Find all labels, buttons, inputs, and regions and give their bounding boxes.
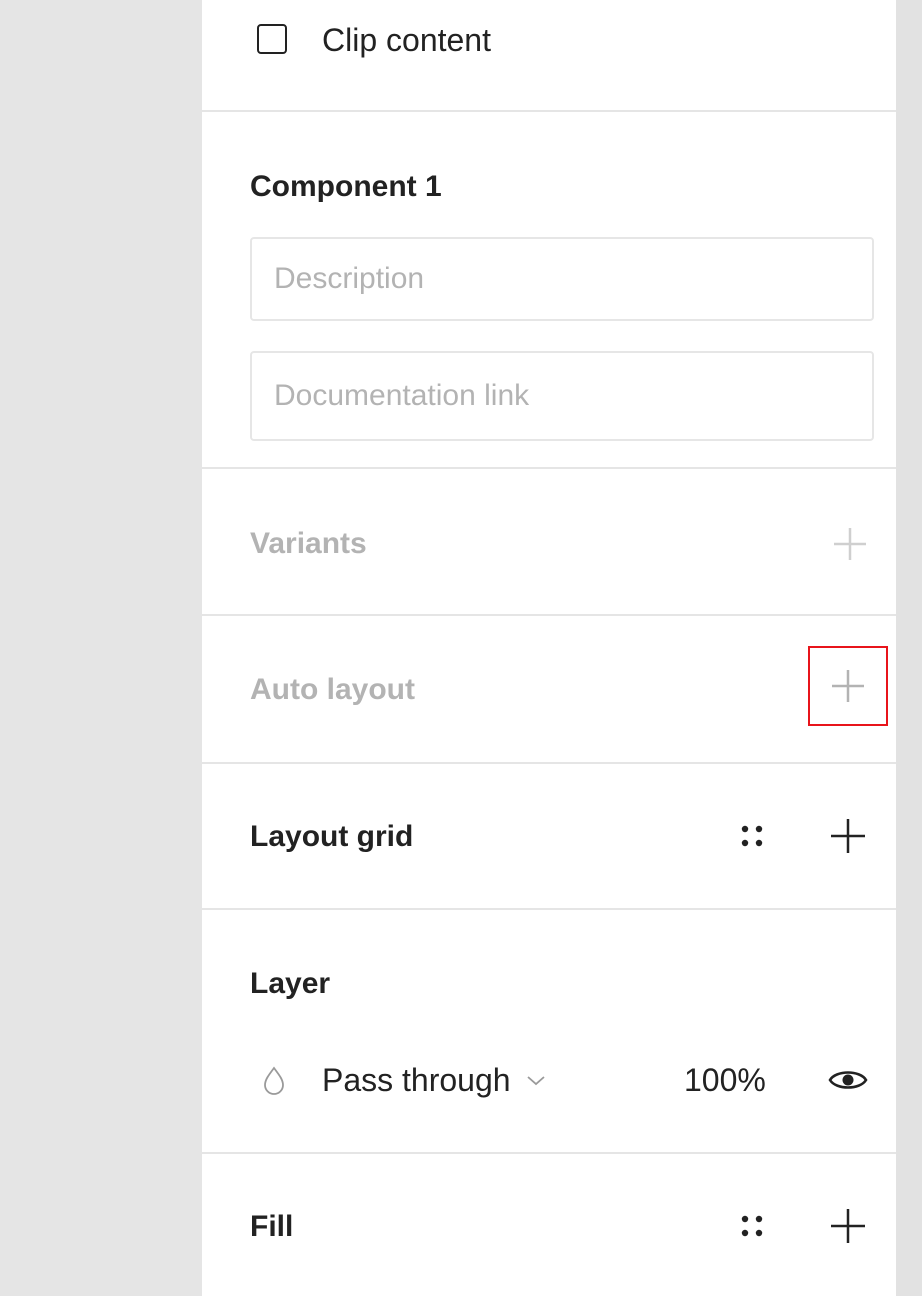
style-grid-icon: [741, 1215, 763, 1237]
eye-icon: [828, 1071, 868, 1089]
section-divider: [202, 762, 922, 764]
canvas-edge: [0, 0, 202, 1296]
layout-grid-title: Layout grid: [250, 820, 414, 853]
fill-styles-button[interactable]: [724, 1198, 780, 1254]
panel-scrollbar[interactable]: [896, 0, 922, 1296]
style-grid-icon: [741, 825, 763, 847]
add-auto-layout-button[interactable]: [808, 646, 888, 726]
component-title: Component 1: [250, 170, 442, 203]
blend-mode-value: Pass through: [322, 1062, 511, 1098]
layer-title: Layer: [250, 967, 331, 1000]
blend-mode-dropdown[interactable]: Pass through: [322, 1058, 549, 1102]
section-divider: [202, 908, 922, 910]
layer-opacity-value[interactable]: 100%: [684, 1060, 766, 1100]
add-variant-button[interactable]: [822, 516, 878, 572]
plus-icon: [831, 1209, 865, 1243]
plus-icon: [831, 819, 865, 853]
plus-icon: [834, 528, 866, 560]
layer-visibility-toggle[interactable]: [820, 1052, 876, 1108]
drop-icon: [264, 1066, 284, 1095]
description-input[interactable]: [252, 239, 872, 319]
section-divider: [202, 1152, 922, 1154]
properties-panel: Clip content Component 1 Variants Auto l…: [202, 0, 922, 1296]
add-fill-button[interactable]: [820, 1198, 876, 1254]
blend-mode-icon-wrap[interactable]: [254, 1064, 294, 1098]
section-divider: [202, 110, 922, 112]
clip-content-label: Clip content: [322, 22, 491, 58]
auto-layout-title: Auto layout: [250, 673, 415, 706]
chevron-down-icon: [526, 1076, 545, 1086]
section-divider: [202, 467, 922, 469]
plus-icon: [832, 670, 864, 702]
layout-grid-styles-button[interactable]: [724, 808, 780, 864]
documentation-link-input[interactable]: [252, 353, 872, 439]
description-field[interactable]: [250, 237, 874, 321]
variants-title: Variants: [250, 527, 367, 560]
clip-content-checkbox[interactable]: [257, 24, 287, 54]
documentation-link-field[interactable]: [250, 351, 874, 441]
section-divider: [202, 614, 922, 616]
fill-title: Fill: [250, 1210, 294, 1243]
add-layout-grid-button[interactable]: [820, 808, 876, 864]
